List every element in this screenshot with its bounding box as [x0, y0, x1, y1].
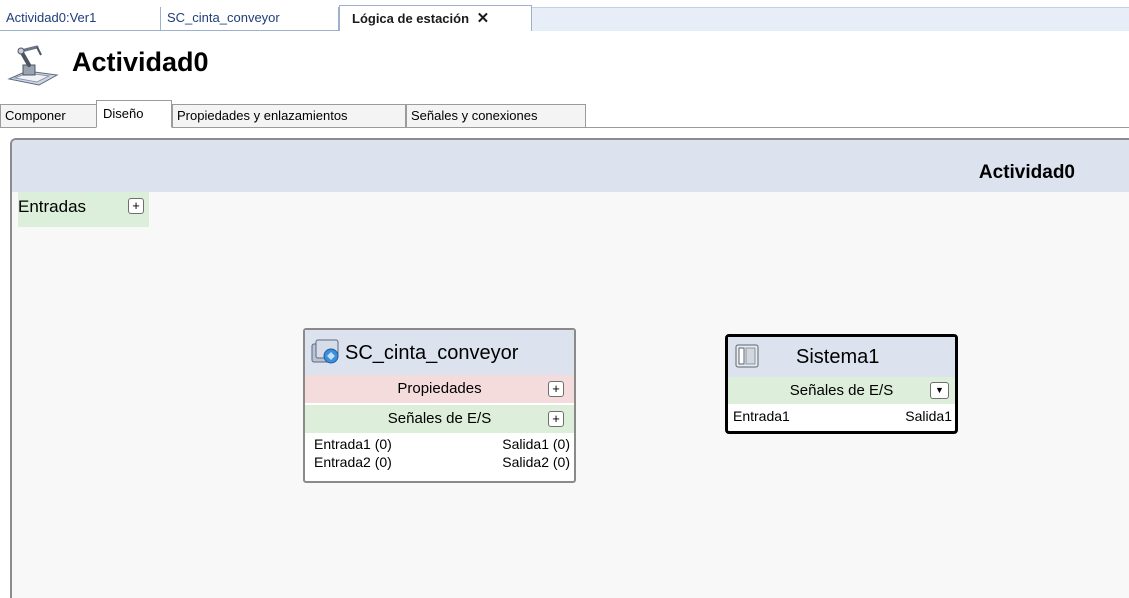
- tab-label: Componer: [5, 108, 66, 123]
- doc-tab-actividad0-ver1[interactable]: Actividad0:Ver1: [0, 7, 161, 30]
- chevron-down-icon[interactable]: ▼: [930, 382, 949, 399]
- inputs-label: Entradas: [18, 197, 87, 216]
- component-name: Sistema1: [796, 346, 880, 368]
- tab-label: Propiedades y enlazamientos: [177, 108, 348, 123]
- input-signal[interactable]: Entrada1: [733, 408, 790, 425]
- input-signal[interactable]: Entrada2 (0): [314, 454, 392, 471]
- io-signals-section: Señales de E/S +: [305, 405, 574, 433]
- expand-properties-button[interactable]: +: [548, 381, 564, 397]
- properties-label: Propiedades: [397, 380, 482, 397]
- component-header: Sistema1: [728, 337, 955, 377]
- doc-tab-label: Lógica de estación: [352, 11, 470, 26]
- expand-signals-button[interactable]: +: [548, 411, 564, 427]
- tab-senales-y-conexiones[interactable]: Señales y conexiones: [406, 104, 586, 127]
- component-header: SC_cinta_conveyor: [305, 330, 574, 375]
- robot-station-icon: [5, 43, 60, 88]
- output-signal[interactable]: Salida2 (0): [502, 454, 570, 471]
- tab-propiedades-y-enlazamientos[interactable]: Propiedades y enlazamientos: [172, 104, 406, 127]
- close-icon[interactable]: ✕: [477, 10, 490, 27]
- output-signal[interactable]: Salida1: [905, 408, 952, 425]
- input-signal[interactable]: Entrada1 (0): [314, 436, 392, 453]
- io-signals-label: Señales de E/S: [789, 382, 894, 399]
- doc-tab-sc-cinta-conveyor[interactable]: SC_cinta_conveyor: [161, 7, 339, 30]
- tab-componer[interactable]: Componer: [0, 104, 97, 127]
- tab-label: Señales y conexiones: [411, 108, 538, 123]
- canvas-title: Actividad0: [978, 162, 1075, 183]
- component-name: SC_cinta_conveyor: [345, 342, 519, 364]
- component-sistema1[interactable]: Sistema1 Señales de E/S ▼ Entrada1 Salid…: [725, 334, 958, 434]
- tab-label: Diseño: [103, 106, 144, 121]
- add-input-button[interactable]: +: [128, 198, 144, 214]
- io-signals-label: Señales de E/S: [387, 410, 492, 427]
- doc-tab-logica-de-estacion[interactable]: Lógica de estación ✕: [339, 5, 532, 31]
- design-canvas[interactable]: Actividad0 Entradas + SC_cinta_conveyor …: [10, 138, 1129, 598]
- output-signal[interactable]: Salida1 (0): [502, 436, 570, 453]
- io-signals-section: Señales de E/S ▼: [728, 377, 955, 404]
- canvas-header: Actividad0: [12, 140, 1129, 192]
- component-sc-cinta-conveyor[interactable]: SC_cinta_conveyor Propiedades + Señales …: [303, 328, 576, 483]
- tab-strip-background: [532, 7, 1129, 31]
- tab-diseno[interactable]: Diseño: [96, 100, 172, 128]
- doc-tab-label: SC_cinta_conveyor: [167, 10, 280, 25]
- controller-icon: [734, 343, 762, 374]
- properties-section: Propiedades +: [305, 375, 574, 403]
- view-tab-bar: Componer Diseño Propiedades y enlazamien…: [0, 100, 1129, 128]
- page-title: Actividad0: [72, 47, 209, 77]
- document-tab-bar: Actividad0:Ver1 SC_cinta_conveyor Lógica…: [0, 0, 1129, 31]
- smart-component-icon: [309, 338, 343, 371]
- doc-tab-label: Actividad0:Ver1: [6, 10, 97, 25]
- inputs-section: Entradas +: [18, 192, 149, 227]
